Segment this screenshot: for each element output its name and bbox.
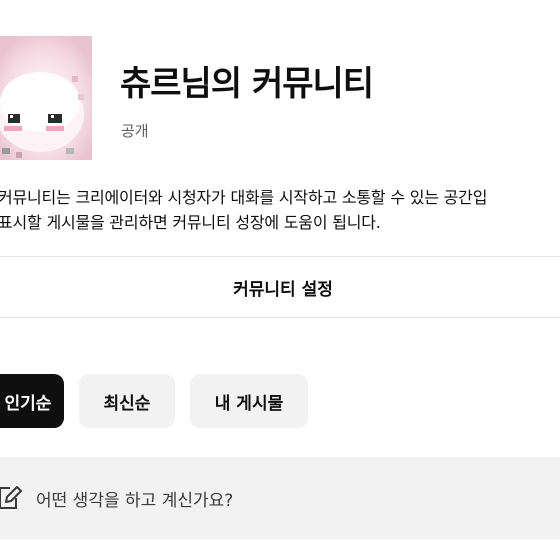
- avatar-image: [0, 36, 92, 160]
- chip-label: 내 게시물: [214, 393, 284, 414]
- filter-chip-popular[interactable]: 인기순: [0, 374, 64, 428]
- visibility-label: 공개: [121, 122, 149, 140]
- community-description: 커뮤니티는 크리에이터와 시청자가 대화를 시작하고 소통할 수 있는 공간입 …: [0, 185, 487, 235]
- chip-label: 인기순: [4, 393, 52, 414]
- description-line: 커뮤니티는 크리에이터와 시청자가 대화를 시작하고 소통할 수 있는 공간입: [0, 188, 488, 207]
- community-settings-button[interactable]: 커뮤니티 설정: [0, 256, 560, 318]
- description-line: 표시할 게시물을 관리하면 커뮤니티 성장에 도움이 됩니다.: [0, 213, 381, 232]
- chip-label: 최신순: [103, 393, 151, 414]
- filter-chip-latest[interactable]: 최신순: [79, 374, 175, 428]
- settings-label: 커뮤니티 설정: [233, 279, 333, 300]
- community-avatar[interactable]: [0, 36, 92, 160]
- compose-post-field[interactable]: 어떤 생각을 하고 계신가요?: [0, 457, 560, 539]
- compose-placeholder: 어떤 생각을 하고 계신가요?: [36, 491, 234, 511]
- filter-chip-my-posts[interactable]: 내 게시물: [190, 374, 308, 428]
- edit-icon: [0, 486, 22, 509]
- community-title: 츄르님의 커뮤니티: [120, 64, 374, 104]
- community-page: 츄르님의 커뮤니티 공개 커뮤니티는 크리에이터와 시청자가 대화를 시작하고 …: [0, 0, 560, 560]
